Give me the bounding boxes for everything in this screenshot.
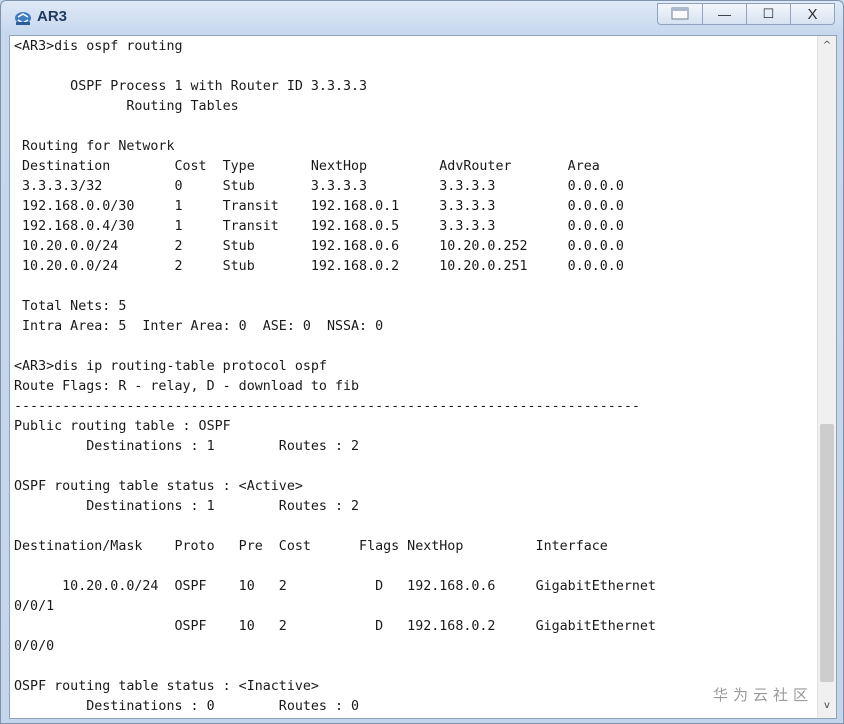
- console-line: Public routing table : OSPF: [14, 419, 231, 434]
- console-line: OSPF routing table status : <Active>: [14, 479, 303, 494]
- console-line: 10.20.0.0/24 2 Stub 192.168.0.6 10.20.0.…: [14, 239, 624, 254]
- console-line: OSPF routing table status : <Inactive>: [14, 679, 319, 694]
- console-line: Routing Tables: [14, 99, 239, 114]
- console-line: Destinations : 1 Routes : 2: [14, 499, 360, 514]
- console-line: 0/0/1: [14, 599, 55, 614]
- scrollbar-thumb[interactable]: [820, 424, 834, 682]
- close-button[interactable]: X: [791, 3, 835, 25]
- console-line: <AR3>dis ip routing-table protocol ospf: [14, 359, 327, 374]
- terminal-window: AR3 — ☐ X <AR3>dis ospf routing OSPF Pro…: [0, 0, 844, 724]
- vertical-scrollbar[interactable]: ^ v: [817, 36, 836, 718]
- console-line: Destinations : 1 Routes : 2: [14, 439, 360, 454]
- restore-button[interactable]: [657, 3, 703, 25]
- window-restore-icon: [671, 7, 689, 20]
- console-line: <AR3>dis ospf routing: [14, 39, 183, 54]
- console-line: 10.20.0.0/24 2 Stub 192.168.0.2 10.20.0.…: [14, 259, 624, 274]
- console-line: Route Flags: R - relay, D - download to …: [14, 379, 360, 394]
- scroll-up-arrow-icon[interactable]: ^: [818, 40, 836, 54]
- minimize-button[interactable]: —: [703, 3, 747, 25]
- console-line: 3.3.3.3/32 0 Stub 3.3.3.3 3.3.3.3 0.0.0.…: [14, 179, 624, 194]
- console-line: OSPF Process 1 with Router ID 3.3.3.3: [14, 79, 368, 94]
- title-bar[interactable]: AR3 — ☐ X: [1, 1, 843, 35]
- router-app-icon: [15, 12, 31, 25]
- console-line: Destinations : 0 Routes : 0: [14, 699, 360, 714]
- scroll-down-arrow-icon[interactable]: v: [818, 700, 836, 714]
- console-line: 192.168.0.0/30 1 Transit 192.168.0.1 3.3…: [14, 199, 624, 214]
- window-title: AR3: [37, 8, 68, 25]
- console-line: OSPF 10 2 D 192.168.0.2 GigabitEthernet: [14, 619, 656, 634]
- console-line: 0/0/0: [14, 639, 55, 654]
- console-line: Routing for Network: [14, 139, 175, 154]
- console-line: Total Nets: 5: [14, 299, 127, 314]
- maximize-button[interactable]: ☐: [747, 3, 791, 25]
- watermark-text: 华为云社区: [712, 686, 813, 704]
- console-line: 192.168.0.4/30 1 Transit 192.168.0.5 3.3…: [14, 219, 624, 234]
- console-line: Intra Area: 5 Inter Area: 0 ASE: 0 NSSA:…: [14, 319, 384, 334]
- console-line: 10.20.0.0/24 OSPF 10 2 D 192.168.0.6 Gig…: [14, 579, 656, 594]
- terminal-area[interactable]: <AR3>dis ospf routing OSPF Process 1 wit…: [9, 35, 837, 719]
- console-line: ----------------------------------------…: [14, 399, 640, 414]
- console-line: Destination Cost Type NextHop AdvRouter …: [14, 159, 600, 174]
- console-output[interactable]: <AR3>dis ospf routing OSPF Process 1 wit…: [14, 37, 814, 717]
- console-line: Destination/Mask Proto Pre Cost Flags Ne…: [14, 539, 608, 554]
- window-controls: — ☐ X: [657, 3, 835, 27]
